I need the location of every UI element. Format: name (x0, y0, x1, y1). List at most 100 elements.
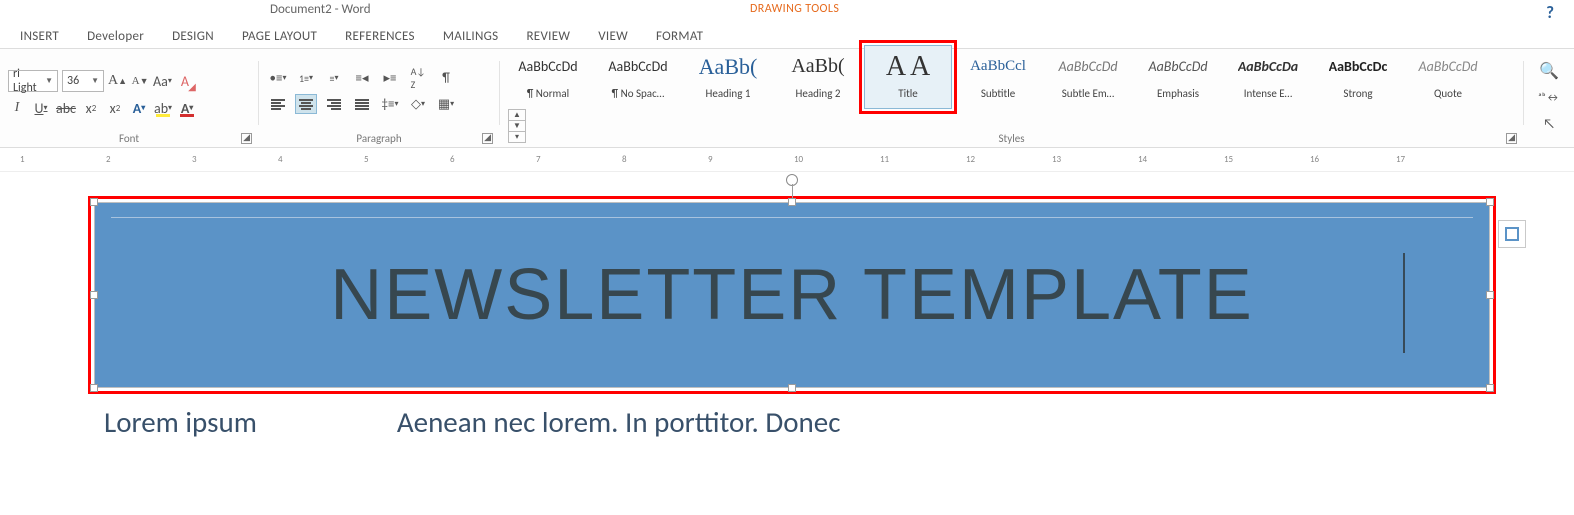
title-bar: Document2 - Word DRAWING TOOLS ? (0, 0, 1574, 24)
italic-button[interactable]: I (8, 98, 26, 118)
style-preview: AaBbCcl (970, 50, 1026, 84)
style-item-intense-e-[interactable]: AaBbCcDaIntense E… (1224, 45, 1312, 109)
style-item-quote[interactable]: AaBbCcDdQuote (1404, 45, 1492, 109)
change-case-button[interactable]: Aa▾ (153, 71, 172, 91)
paragraph-group: •≡▾ 1≡▾ ≡▾ ≡◂ ▸≡ A↓Z ¶ ‡≡▾ ◇▾ ▦▾ Paragra… (259, 55, 499, 147)
show-marks-button[interactable]: ¶ (435, 68, 457, 88)
horizontal-ruler[interactable]: 1234567891011121314151617 (0, 150, 1574, 172)
paragraph-dialog-launcher[interactable]: ◢ (482, 133, 493, 144)
tab-view[interactable]: VIEW (598, 29, 628, 44)
style-item-emphasis[interactable]: AaBbCcDdEmphasis (1134, 45, 1222, 109)
style-item-title[interactable]: A ATitle (864, 45, 952, 109)
bullets-button[interactable]: •≡▾ (267, 68, 289, 88)
body-text-row: Lorem ipsum Aenean nec lorem. In porttit… (104, 404, 1504, 440)
font-color-button[interactable]: A▾ (178, 98, 196, 118)
styles-dialog-launcher[interactable]: ◢ (1506, 133, 1517, 144)
title-textbox[interactable]: NEWSLETTER TEMPLATE (94, 202, 1490, 388)
sort-button[interactable]: A↓Z (407, 68, 429, 88)
font-size-combo[interactable]: 36▼ (62, 70, 104, 92)
ruler-tick: 15 (1224, 154, 1233, 165)
align-left-button[interactable] (267, 94, 289, 114)
tab-mailings[interactable]: MAILINGS (443, 29, 499, 44)
text-effects-button[interactable]: A▾ (130, 98, 148, 118)
superscript-button[interactable]: x2 (106, 98, 124, 118)
resize-handle-se[interactable] (1486, 384, 1494, 392)
resize-handle-e[interactable] (1486, 291, 1494, 299)
resize-handle-ne[interactable] (1486, 198, 1494, 206)
tab-review[interactable]: REVIEW (526, 29, 570, 44)
layout-options-button[interactable] (1498, 220, 1526, 248)
style-item-subtitle[interactable]: AaBbCclSubtitle (954, 45, 1042, 109)
clear-formatting-button[interactable]: A◢ (176, 71, 194, 91)
grow-font-button[interactable]: A▲ (108, 71, 127, 91)
resize-handle-w[interactable] (90, 291, 98, 299)
highlight-button[interactable]: ab▾ (154, 98, 172, 118)
resize-handle-n[interactable] (788, 198, 796, 206)
subscript-button[interactable]: x2 (82, 98, 100, 118)
tab-references[interactable]: REFERENCES (345, 29, 415, 44)
line-spacing-button[interactable]: ‡≡▾ (379, 94, 401, 114)
window-title: Document2 - Word (270, 2, 371, 17)
find-icon[interactable]: 🔍 (1538, 61, 1560, 81)
justify-button[interactable] (351, 94, 373, 114)
tab-developer[interactable]: Developer (87, 29, 144, 44)
multilevel-list-button[interactable]: ≡▾ (323, 68, 345, 88)
ruler-tick: 10 (794, 154, 803, 165)
font-name-combo[interactable]: ri Light▼ (8, 70, 58, 92)
increase-indent-button[interactable]: ▸≡ (379, 68, 401, 88)
resize-handle-sw[interactable] (90, 384, 98, 392)
ruler-tick: 17 (1396, 154, 1405, 165)
style-preview: AaBbCcDd (518, 50, 577, 84)
ribbon: ri Light▼ 36▼ A▲ A▼ Aa▾ A◢ I U▾ abc x2 x… (0, 48, 1574, 148)
align-right-button[interactable] (323, 94, 345, 114)
ruler-tick: 16 (1310, 154, 1319, 165)
help-icon[interactable]: ? (1546, 2, 1554, 23)
align-center-button[interactable] (295, 94, 317, 114)
borders-button[interactable]: ▦▾ (435, 94, 457, 114)
chevron-down-icon: ▼ (91, 76, 99, 86)
font-dialog-launcher[interactable]: ◢ (241, 133, 252, 144)
tab-design[interactable]: DESIGN (172, 29, 214, 44)
ruler-tick: 11 (880, 154, 889, 165)
style-item-heading-2[interactable]: AaBb(Heading 2 (774, 45, 862, 109)
style-preview: AaBbCcDd (1418, 50, 1477, 84)
shading-button[interactable]: ◇▾ (407, 94, 429, 114)
resize-handle-s[interactable] (788, 384, 796, 392)
ruler-tick: 14 (1138, 154, 1147, 165)
textbox-selection[interactable]: NEWSLETTER TEMPLATE (94, 202, 1490, 388)
ruler-tick: 5 (364, 154, 369, 165)
style-item--no-spac-[interactable]: AaBbCcDd¶ No Spac… (594, 45, 682, 109)
shrink-font-button[interactable]: A▼ (131, 71, 149, 91)
select-icon[interactable]: ↖ (1538, 113, 1560, 133)
ruler-tick: 7 (536, 154, 541, 165)
strikethrough-button[interactable]: abc (56, 98, 76, 118)
body-text-right: Aenean nec lorem. In porttitor. Donec (397, 404, 841, 440)
numbering-button[interactable]: 1≡▾ (295, 68, 317, 88)
style-item-subtle-em-[interactable]: AaBbCcDdSubtle Em… (1044, 45, 1132, 109)
editing-group: 🔍 ᵃᵇ↔ ↖ (1524, 55, 1574, 147)
underline-button[interactable]: U▾ (32, 98, 50, 118)
resize-handle-nw[interactable] (90, 198, 98, 206)
style-item--normal[interactable]: AaBbCcDd¶ Normal (504, 45, 592, 109)
style-preview: AaBb( (699, 50, 758, 84)
contextual-tab-label: DRAWING TOOLS (750, 2, 839, 16)
style-item-strong[interactable]: AaBbCcDcStrong (1314, 45, 1402, 109)
styles-gallery[interactable]: AaBbCcDd¶ NormalAaBbCcDd¶ No Spac…AaBb(H… (504, 45, 1515, 109)
style-label: Strong (1319, 84, 1397, 104)
style-preview: AaBbCcDc (1329, 50, 1388, 84)
ruler-tick: 13 (1052, 154, 1061, 165)
style-label: Subtle Em… (1049, 84, 1127, 104)
style-label: Quote (1409, 84, 1487, 104)
tab-format[interactable]: FORMAT (656, 29, 703, 44)
ruler-tick: 8 (622, 154, 627, 165)
replace-icon[interactable]: ᵃᵇ↔ (1538, 87, 1560, 107)
style-label: ¶ No Spac… (599, 84, 677, 104)
style-label: Intense E… (1229, 84, 1307, 104)
paragraph-group-label: Paragraph (259, 132, 499, 145)
style-item-heading-1[interactable]: AaBb(Heading 1 (684, 45, 772, 109)
decrease-indent-button[interactable]: ≡◂ (351, 68, 373, 88)
font-group-label: Font (0, 132, 258, 145)
tab-page-layout[interactable]: PAGE LAYOUT (242, 29, 317, 44)
tab-insert[interactable]: INSERT (20, 29, 59, 44)
document-area: ⚓ NEWSLETTER TEMPLATE Lorem ipsum Aenean… (0, 172, 1574, 440)
